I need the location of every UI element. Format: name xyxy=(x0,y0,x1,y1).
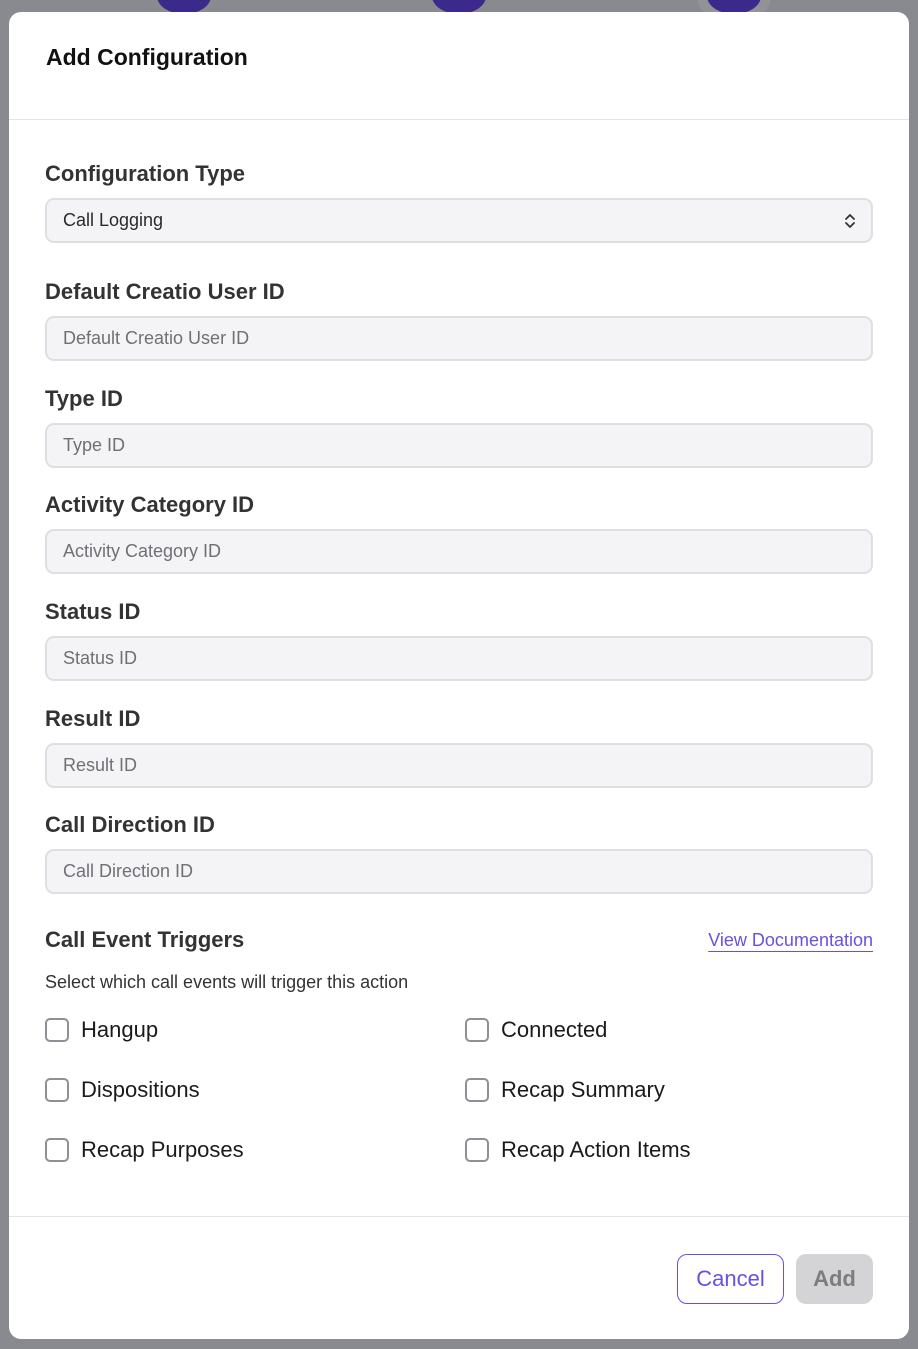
default-creatio-user-id-input[interactable] xyxy=(45,316,873,361)
configuration-type-select[interactable]: Call Logging xyxy=(45,198,873,243)
modal-footer: Cancel Add xyxy=(9,1216,909,1339)
trigger-checkbox-hangup[interactable]: Hangup xyxy=(45,1015,158,1045)
result-id-input[interactable] xyxy=(45,743,873,788)
activity-category-id-input[interactable] xyxy=(45,529,873,574)
trigger-checkbox-recap-summary[interactable]: Recap Summary xyxy=(465,1075,665,1105)
checkbox-label: Recap Purposes xyxy=(81,1137,244,1162)
configuration-type-label: Configuration Type xyxy=(45,161,246,186)
checkbox-label: Dispositions xyxy=(81,1077,200,1102)
cancel-button[interactable]: Cancel xyxy=(677,1254,784,1304)
checkbox[interactable] xyxy=(465,1078,489,1102)
call-event-triggers-header: Call Event Triggers View Documentation xyxy=(45,927,873,961)
call-direction-id-label: Call Direction ID xyxy=(45,812,215,837)
trigger-checkbox-connected[interactable]: Connected xyxy=(465,1015,607,1045)
modal-header: Add Configuration xyxy=(9,12,909,120)
checkbox[interactable] xyxy=(45,1018,69,1042)
call-event-triggers-subtitle: Select which call events will trigger th… xyxy=(45,972,409,992)
modal-title: Add Configuration xyxy=(46,44,248,70)
view-documentation-link[interactable]: View Documentation xyxy=(708,930,873,951)
trigger-checkbox-dispositions[interactable]: Dispositions xyxy=(45,1075,200,1105)
add-button[interactable]: Add xyxy=(796,1254,873,1304)
checkbox[interactable] xyxy=(45,1138,69,1162)
configuration-type-value: Call Logging xyxy=(63,210,164,230)
checkbox-label: Recap Summary xyxy=(501,1077,665,1102)
type-id-input[interactable] xyxy=(45,423,873,468)
call-event-triggers-title: Call Event Triggers xyxy=(45,927,245,952)
status-id-input[interactable] xyxy=(45,636,873,681)
add-configuration-modal: Add Configuration Configuration Type Cal… xyxy=(9,12,909,1339)
result-id-label: Result ID xyxy=(45,706,141,731)
checkbox-label: Hangup xyxy=(81,1017,159,1042)
default-creatio-user-id-label: Default Creatio User ID xyxy=(45,279,285,304)
default-creatio-user-id-field: Default Creatio User ID xyxy=(45,277,873,361)
call-direction-id-field: Call Direction ID xyxy=(45,810,873,894)
call-direction-id-input[interactable] xyxy=(45,849,873,894)
status-id-field: Status ID xyxy=(45,597,873,681)
checkbox-label: Recap Action Items xyxy=(501,1137,691,1162)
checkbox[interactable] xyxy=(45,1078,69,1102)
type-id-label: Type ID xyxy=(45,386,123,411)
chevron-up-down-icon xyxy=(845,214,855,228)
trigger-checkbox-recap-action-items[interactable]: Recap Action Items xyxy=(465,1135,691,1165)
activity-category-id-label: Activity Category ID xyxy=(45,492,255,517)
checkbox[interactable] xyxy=(465,1138,489,1162)
status-id-label: Status ID xyxy=(45,599,141,624)
checkbox[interactable] xyxy=(465,1018,489,1042)
trigger-checkbox-recap-purposes[interactable]: Recap Purposes xyxy=(45,1135,244,1165)
type-id-field: Type ID xyxy=(45,384,873,468)
configuration-type-field: Configuration Type Call Logging xyxy=(45,159,873,243)
checkbox-label: Connected xyxy=(501,1017,608,1042)
result-id-field: Result ID xyxy=(45,704,873,788)
activity-category-id-field: Activity Category ID xyxy=(45,490,873,574)
